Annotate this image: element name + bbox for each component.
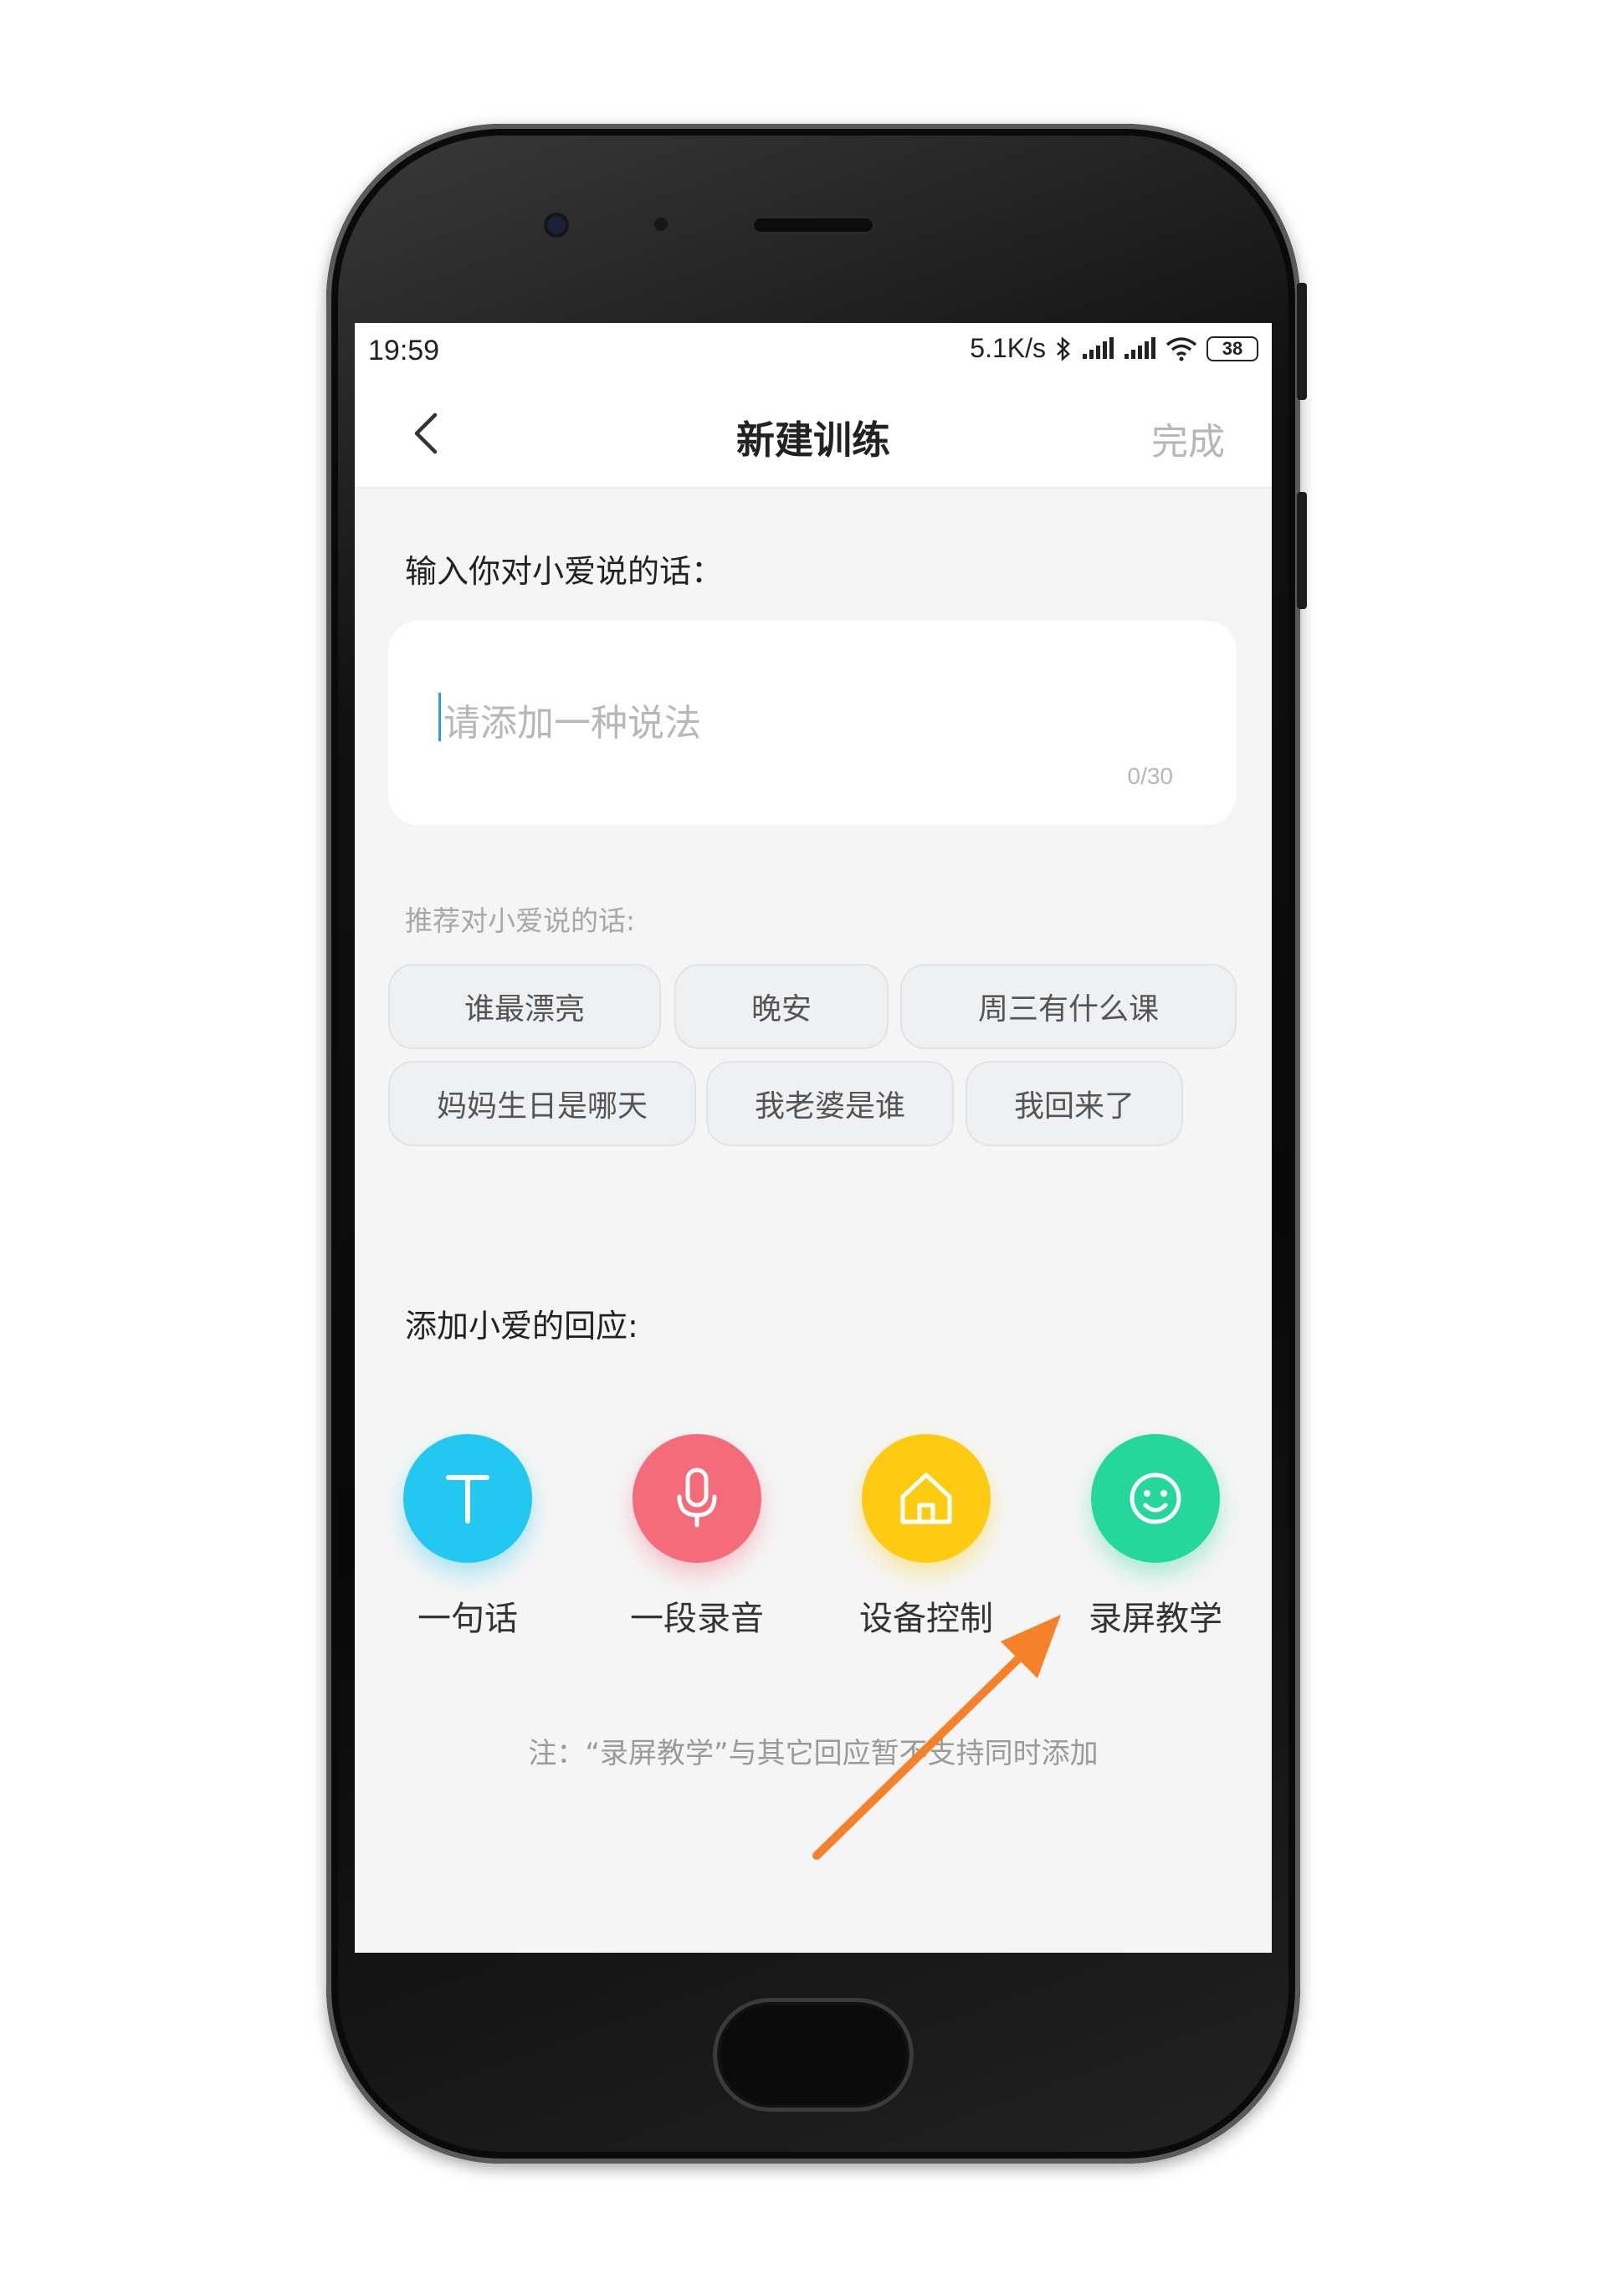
- recommend-label: 推荐对小爱说的话:: [405, 904, 636, 937]
- screen-recording-button[interactable]: [1091, 1434, 1220, 1563]
- status-bar: 19:59 5.1K/s 38: [355, 323, 1272, 378]
- device-control-button[interactable]: [862, 1434, 991, 1563]
- signal-icon: [1083, 336, 1114, 359]
- earpiece-speaker: [751, 216, 875, 234]
- battery-icon: 38: [1206, 335, 1258, 361]
- done-button[interactable]: 完成: [1151, 412, 1225, 465]
- smiley-icon: [1130, 1472, 1181, 1524]
- page-title: 新建训练: [736, 417, 890, 463]
- signal-icon: [1125, 336, 1155, 359]
- home-button[interactable]: [713, 1998, 914, 2112]
- sentence-response-button[interactable]: [403, 1434, 532, 1563]
- device-control-label: 设备控制: [859, 1600, 993, 1638]
- audio-response-label: 一段录音: [630, 1600, 764, 1638]
- suggestion-chip[interactable]: 谁最漂亮: [388, 964, 661, 1049]
- suggestion-chip[interactable]: 我回来了: [966, 1061, 1183, 1146]
- wifi-icon: [1165, 336, 1197, 361]
- response-section-label: 添加小爱的回应:: [405, 1308, 638, 1344]
- home-icon: [900, 1472, 952, 1524]
- suggestion-chip[interactable]: 周三有什么课: [900, 964, 1237, 1049]
- proximity-sensor: [654, 218, 668, 231]
- status-icons: 5.1K/s 38: [970, 333, 1258, 364]
- network-speed: 5.1K/s: [970, 333, 1046, 363]
- volume-button: [1297, 283, 1307, 400]
- text-caret: [438, 693, 441, 741]
- status-time: 19:59: [368, 335, 440, 366]
- input-section-label: 输入你对小爱说的话：: [405, 553, 724, 590]
- sentence-response-label: 一句话: [418, 1600, 518, 1638]
- phrase-input[interactable]: 请添加一种说法 0/30: [388, 621, 1237, 825]
- power-button: [1297, 492, 1307, 609]
- app-screen: 19:59 5.1K/s 38 新建训练 完成 输入你对小爱说的话： 请添加一种…: [355, 323, 1272, 1953]
- front-camera: [547, 216, 566, 234]
- audio-response-button[interactable]: [633, 1434, 761, 1563]
- suggestion-chip[interactable]: 我老婆是谁: [706, 1061, 954, 1146]
- microphone-icon: [677, 1467, 717, 1528]
- input-placeholder: 请添加一种说法: [443, 702, 701, 745]
- screen-recording-label: 录屏教学: [1089, 1600, 1222, 1638]
- character-counter: 0/30: [1127, 763, 1174, 789]
- response-note: 注：“录屏教学”与其它回应暂不支持同时添加: [528, 1737, 1099, 1770]
- bluetooth-icon: [1057, 335, 1070, 361]
- suggestion-chip[interactable]: 晚安: [674, 964, 889, 1049]
- battery-level: 38: [1222, 337, 1243, 359]
- text-icon: [446, 1475, 489, 1524]
- suggestion-chip[interactable]: 妈妈生日是哪天: [388, 1061, 696, 1146]
- navigation-bar: 新建训练 完成: [355, 378, 1272, 489]
